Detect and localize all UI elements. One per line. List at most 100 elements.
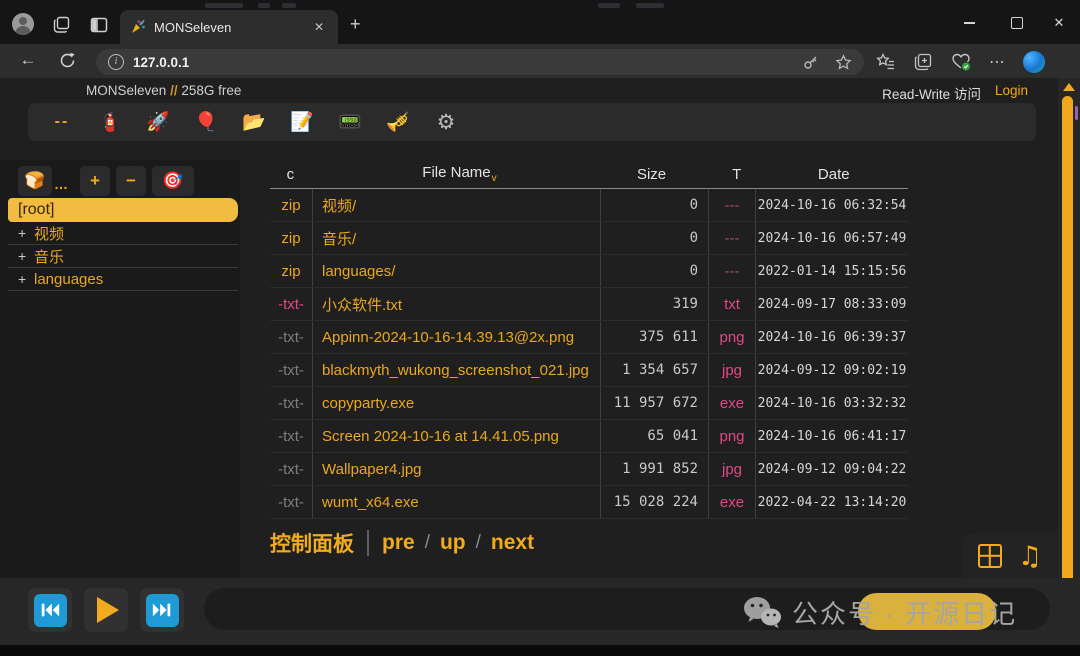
type-link[interactable]: --- bbox=[725, 230, 740, 247]
cell-c[interactable]: -txt- bbox=[270, 288, 312, 320]
collapse-dashes-button[interactable]: -- bbox=[38, 103, 86, 141]
url-text[interactable]: 127.0.0.1 bbox=[133, 55, 793, 70]
cell-type[interactable]: --- bbox=[708, 189, 755, 221]
cell-c[interactable]: -txt- bbox=[270, 453, 312, 485]
file-link[interactable]: Appinn-2024-10-16-14.39.13@2x.png bbox=[322, 329, 574, 346]
favorites-list-icon[interactable] bbox=[876, 52, 896, 72]
cell-type[interactable]: txt bbox=[708, 288, 755, 320]
file-link[interactable]: languages/ bbox=[322, 263, 395, 280]
column-header-filename[interactable]: File Namev bbox=[311, 164, 599, 184]
previous-track-button[interactable] bbox=[28, 588, 72, 632]
cell-filename[interactable]: 小众软件.txt bbox=[312, 288, 600, 320]
type-link[interactable]: jpg bbox=[722, 362, 742, 379]
refresh-icon[interactable] bbox=[58, 51, 77, 75]
type-link[interactable]: png bbox=[719, 329, 744, 346]
cell-c[interactable]: -txt- bbox=[270, 420, 312, 452]
tree-item-root[interactable]: [root] bbox=[8, 198, 238, 222]
cell-type[interactable]: --- bbox=[708, 222, 755, 254]
column-header-c[interactable]: c bbox=[270, 166, 311, 183]
type-link[interactable]: exe bbox=[720, 395, 744, 412]
cell-filename[interactable]: blackmyth_wukong_screenshot_021.jpg bbox=[312, 354, 600, 386]
dart-icon[interactable]: 🎯 bbox=[152, 166, 194, 196]
trumpet-icon[interactable]: 🎺 bbox=[374, 103, 422, 141]
favorite-star-icon[interactable] bbox=[835, 54, 852, 71]
c-link[interactable]: -txt- bbox=[278, 428, 304, 445]
column-header-date[interactable]: Date bbox=[760, 166, 908, 183]
cell-type[interactable]: jpg bbox=[708, 354, 755, 386]
c-link[interactable]: -txt- bbox=[278, 461, 304, 478]
copilot-icon[interactable] bbox=[1023, 51, 1045, 73]
cell-c[interactable]: zip bbox=[270, 189, 312, 221]
tree-collapse-button[interactable]: − bbox=[116, 166, 146, 196]
type-link[interactable]: png bbox=[719, 428, 744, 445]
tree-dots-label[interactable]: … bbox=[54, 176, 69, 192]
c-link[interactable]: -txt- bbox=[278, 395, 304, 412]
footer-link-up[interactable]: up bbox=[440, 531, 466, 555]
footer-link-pre[interactable]: pre bbox=[382, 531, 415, 555]
gear-icon[interactable]: ⚙ bbox=[422, 103, 470, 141]
collections-icon[interactable] bbox=[913, 52, 933, 72]
tree-toggle-icon[interactable]: + bbox=[18, 225, 34, 241]
memo-icon[interactable]: 📝 bbox=[278, 103, 326, 141]
play-button[interactable] bbox=[84, 588, 128, 632]
c-link[interactable]: -txt- bbox=[278, 329, 304, 346]
cell-type[interactable]: --- bbox=[708, 255, 755, 287]
tree-expand-button[interactable]: + bbox=[80, 166, 110, 196]
file-link[interactable]: blackmyth_wukong_screenshot_021.jpg bbox=[322, 362, 589, 379]
control-panel-link[interactable]: 控制面板 bbox=[270, 528, 354, 558]
footer-link-next[interactable]: next bbox=[491, 531, 534, 555]
tree-item-languages[interactable]: +languages bbox=[8, 268, 238, 291]
file-link[interactable]: 音乐/ bbox=[322, 228, 356, 249]
type-link[interactable]: exe bbox=[720, 494, 744, 511]
new-tab-button[interactable]: + bbox=[350, 14, 361, 35]
c-link[interactable]: -txt- bbox=[278, 494, 304, 511]
grid-view-icon[interactable] bbox=[978, 544, 1002, 568]
file-link[interactable]: copyparty.exe bbox=[322, 395, 414, 412]
type-link[interactable]: jpg bbox=[722, 461, 742, 478]
next-track-button[interactable] bbox=[140, 588, 184, 632]
login-link[interactable]: Login bbox=[995, 83, 1028, 103]
balloon-icon[interactable]: 🎈 bbox=[182, 103, 230, 141]
cell-filename[interactable]: 音乐/ bbox=[312, 222, 600, 254]
music-note-icon[interactable]: ♫ bbox=[1018, 541, 1042, 572]
c-link[interactable]: zip bbox=[281, 263, 300, 280]
cell-c[interactable]: zip bbox=[270, 255, 312, 287]
cell-filename[interactable]: Wallpaper4.jpg bbox=[312, 453, 600, 485]
tab-actions-icon[interactable] bbox=[89, 15, 109, 40]
cell-type[interactable]: jpg bbox=[708, 453, 755, 485]
breadcrumb-site[interactable]: MONSeleven bbox=[86, 83, 166, 98]
profile-avatar[interactable] bbox=[12, 13, 34, 35]
cell-filename[interactable]: copyparty.exe bbox=[312, 387, 600, 419]
scrollbar-thumb[interactable] bbox=[1062, 96, 1073, 584]
site-info-icon[interactable]: i bbox=[108, 54, 124, 70]
cell-type[interactable]: png bbox=[708, 321, 755, 353]
more-menu-icon[interactable]: ⋯ bbox=[989, 52, 1006, 72]
column-header-size[interactable]: Size bbox=[599, 166, 714, 183]
bread-icon[interactable]: 🍞 bbox=[18, 166, 52, 196]
cell-filename[interactable]: Screen 2024-10-16 at 14.41.05.png bbox=[312, 420, 600, 452]
c-link[interactable]: -txt- bbox=[278, 362, 304, 379]
cell-type[interactable]: exe bbox=[708, 486, 755, 518]
cell-filename[interactable]: Appinn-2024-10-16-14.39.13@2x.png bbox=[312, 321, 600, 353]
workspaces-icon[interactable] bbox=[52, 15, 72, 40]
type-link[interactable]: txt bbox=[724, 296, 740, 313]
cell-c[interactable]: zip bbox=[270, 222, 312, 254]
c-link[interactable]: -txt- bbox=[278, 296, 304, 313]
cell-c[interactable]: -txt- bbox=[270, 486, 312, 518]
back-icon[interactable]: ← bbox=[16, 50, 40, 70]
minimize-button[interactable] bbox=[952, 12, 986, 34]
cell-type[interactable]: png bbox=[708, 420, 755, 452]
type-link[interactable]: --- bbox=[725, 263, 740, 280]
c-link[interactable]: zip bbox=[281, 197, 300, 214]
type-link[interactable]: --- bbox=[725, 197, 740, 214]
cell-type[interactable]: exe bbox=[708, 387, 755, 419]
tree-toggle-icon[interactable]: + bbox=[18, 271, 34, 287]
file-link[interactable]: Screen 2024-10-16 at 14.41.05.png bbox=[322, 428, 559, 445]
rocket-icon[interactable]: 🚀 bbox=[134, 103, 182, 141]
tree-toggle-icon[interactable]: + bbox=[18, 248, 34, 264]
maximize-button[interactable] bbox=[1000, 12, 1034, 34]
tree-item-视频[interactable]: +视频 bbox=[8, 222, 238, 245]
fire-extinguisher-icon[interactable]: 🧯 bbox=[86, 103, 134, 141]
address-bar[interactable]: i 127.0.0.1 bbox=[96, 49, 864, 75]
tree-item-音乐[interactable]: +音乐 bbox=[8, 245, 238, 268]
